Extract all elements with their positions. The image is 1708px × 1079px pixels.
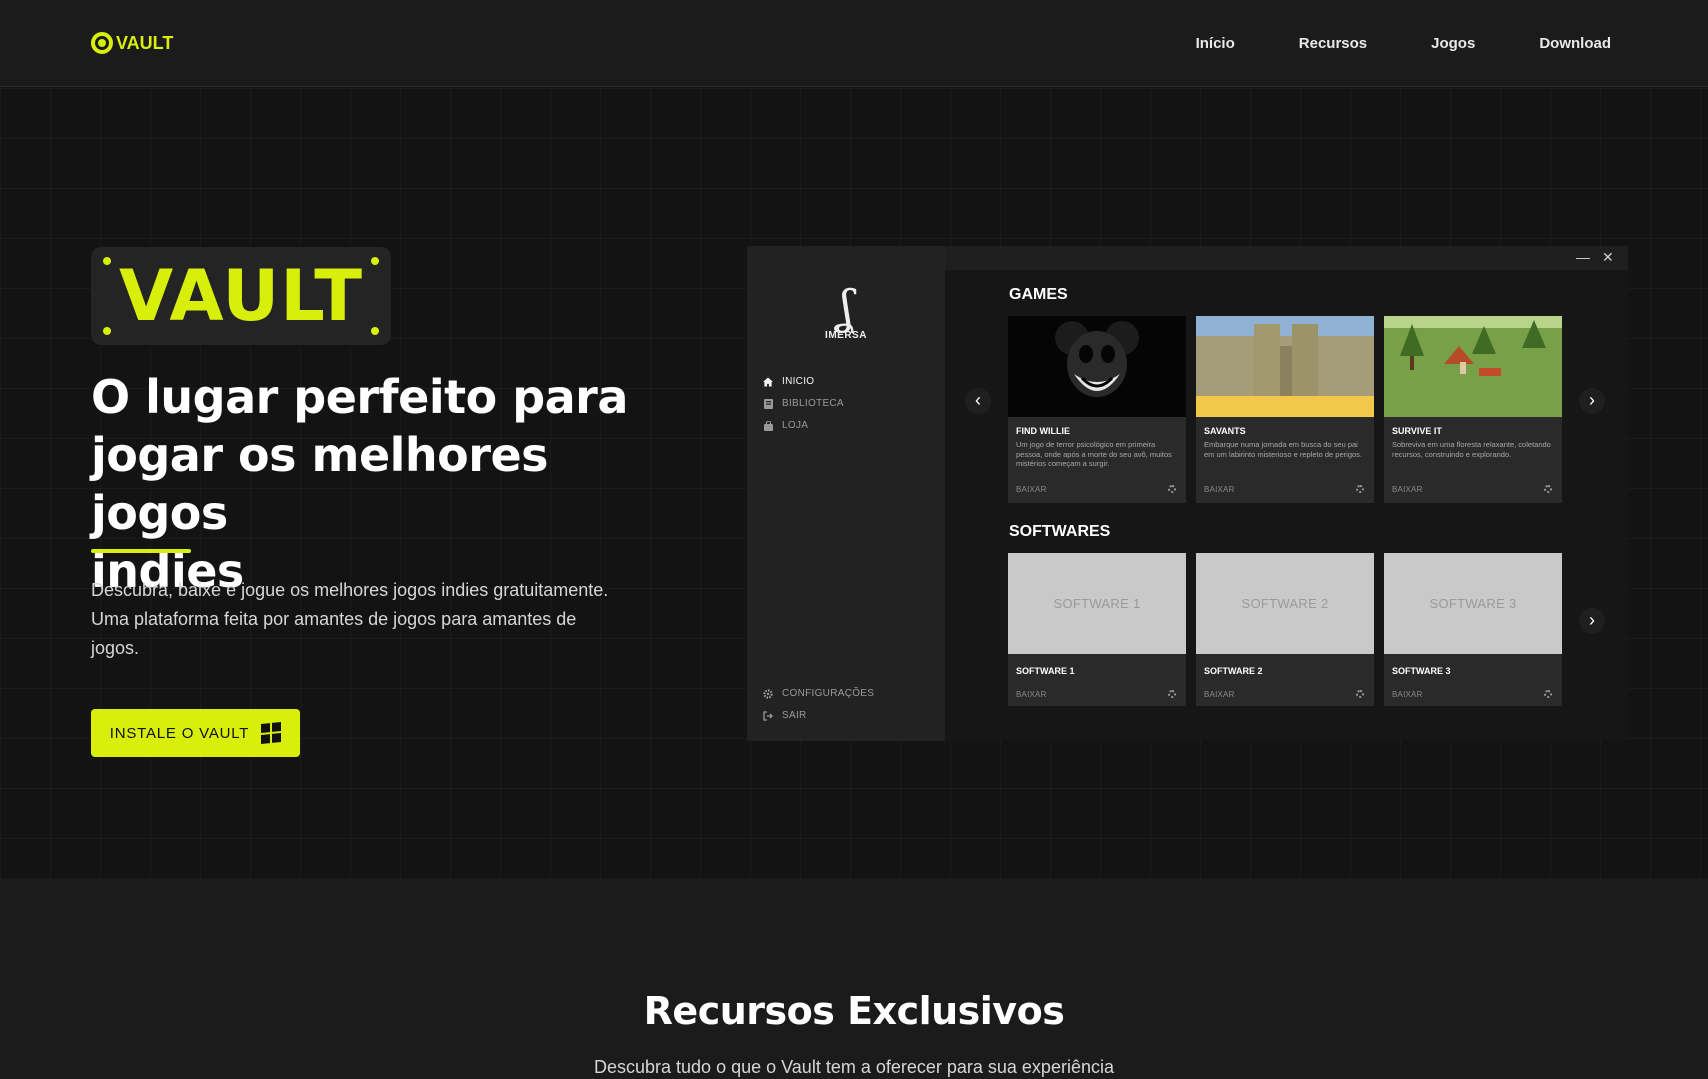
download-button[interactable]: BAIXAR [1016,485,1047,494]
find-willie-art [1055,321,1139,397]
library-icon [763,398,773,409]
vault-logo-text: VAULT [116,32,174,53]
title-underline [91,549,191,553]
hero-title-line: jogar os melhores jogos [91,428,549,540]
softwares-next-button[interactable]: › [1579,608,1605,634]
imersa-logo-text: IMERSA [825,330,867,341]
nav-link-inicio[interactable]: Início [1196,35,1235,52]
hero-title: O lugar perfeito para jogar os melhores … [91,368,691,600]
hero-description-line: Descubra, baixe e jogue os melhores jogo… [91,580,609,600]
logo-dot [371,327,379,335]
install-vault-label: INSTALE O VAULT [109,724,250,742]
game-thumbnail [1384,316,1562,417]
game-title: SAVANTS [1204,426,1246,436]
games-prev-button[interactable]: ‹ [965,388,991,414]
sidebar-item-configuracoes[interactable]: CONFIGURAÇÕES [763,688,874,699]
logo-dot [103,257,111,265]
bag-icon [763,420,773,431]
savants-art [1196,316,1374,417]
hero-vault-logo: VAULT [91,247,391,345]
sidebar-item-label: CONFIGURAÇÕES [782,688,875,699]
sidebar-item-label: BIBLIOTECA [782,398,844,409]
sidebar-item-label: LOJA [782,420,809,431]
games-section-title: GAMES [1009,286,1068,303]
hero-logo-text: VAULT [118,255,364,337]
sidebar-item-label: SAIR [782,710,807,721]
game-card-survive-it[interactable]: SURVIVE IT Sobreviva em uma floresta rel… [1384,316,1562,503]
software-card[interactable]: SOFTWARE 2 SOFTWARE 2 BAIXAR [1196,553,1374,706]
hero-description: Descubra, baixe e jogue os melhores jogo… [91,576,651,663]
app-sidebar: ʆ IMERSA INICIO BIBLIOTECA LOJA CONFIGUR… [747,246,945,741]
features-subtitle: Descubra tudo o que o Vault tem a oferec… [594,1057,1114,1077]
game-thumbnail [1196,316,1374,417]
sidebar-item-loja[interactable]: LOJA [763,420,808,431]
sidebar-item-inicio[interactable]: INICIO [763,376,814,387]
download-button[interactable]: BAIXAR [1392,485,1423,494]
nav-link-jogos[interactable]: Jogos [1431,35,1475,52]
minimize-icon[interactable]: — [1576,249,1590,265]
home-icon [763,376,773,387]
download-button[interactable]: BAIXAR [1392,690,1423,699]
software-thumbnail: SOFTWARE 1 [1008,553,1186,654]
gear-icon[interactable] [1168,690,1176,698]
gear-icon[interactable] [1168,485,1176,493]
game-description: Embarque numa jornada em busca do seu pa… [1204,440,1362,459]
sidebar-item-biblioteca[interactable]: BIBLIOTECA [763,398,844,409]
softwares-section-title: SOFTWARES [1009,523,1111,540]
imersa-logo-icon: ʆ [838,280,854,334]
logo-dot [371,257,379,265]
nav-links: Início Recursos Jogos Download [1196,0,1611,87]
survive-it-art [1384,316,1562,417]
software-title: SOFTWARE 3 [1392,666,1451,676]
nav-link-recursos[interactable]: Recursos [1299,35,1367,52]
vault-logo[interactable]: VAULT [91,31,173,55]
game-description: Um jogo de terror psicológico em primeir… [1016,440,1172,468]
gear-icon[interactable] [1356,485,1364,493]
hero-title-line: O lugar perfeito para [91,370,628,424]
game-description: Sobreviva em uma floresta relaxante, col… [1392,440,1551,459]
download-button[interactable]: BAIXAR [1204,690,1235,699]
windows-icon [261,721,282,745]
software-card[interactable]: SOFTWARE 1 SOFTWARE 1 BAIXAR [1008,553,1186,706]
gear-icon[interactable] [1544,690,1552,698]
sidebar-item-sair[interactable]: SAIR [763,710,807,721]
download-button[interactable]: BAIXAR [1204,485,1235,494]
chevron-right-icon: › [1589,390,1595,410]
software-thumbnail: SOFTWARE 2 [1196,553,1374,654]
game-title: FIND WILLIE [1016,426,1070,436]
vault-logo-icon [91,32,113,54]
game-thumbnail [1008,316,1186,417]
logout-icon [763,710,773,721]
game-title: SURVIVE IT [1392,426,1442,436]
features-title: Recursos Exclusivos [643,989,1065,1033]
game-card-savants[interactable]: SAVANTS Embarque numa jornada em busca d… [1196,316,1374,503]
software-thumbnail: SOFTWARE 3 [1384,553,1562,654]
gear-icon[interactable] [1544,485,1552,493]
features-section: Recursos Exclusivos Descubra tudo o que … [0,878,1708,1079]
imersa-logo: ʆ IMERSA [747,284,945,341]
close-icon[interactable]: ✕ [1602,249,1614,265]
software-title: SOFTWARE 1 [1016,666,1075,676]
install-vault-button[interactable]: INSTALE O VAULT [91,709,300,757]
hero-section: VAULT O lugar perfeito para jogar os mel… [0,88,1708,878]
nav-link-download[interactable]: Download [1539,35,1611,52]
logo-dot [103,327,111,335]
top-navbar: VAULT Início Recursos Jogos Download [0,0,1708,87]
software-card[interactable]: SOFTWARE 3 SOFTWARE 3 BAIXAR [1384,553,1562,706]
hero-description-line: jogos. [91,638,140,658]
gear-icon[interactable] [1356,690,1364,698]
game-card-find-willie[interactable]: FIND WILLIE Um jogo de terror psicológic… [1008,316,1186,503]
gear-icon [763,688,773,699]
games-next-button[interactable]: › [1579,388,1605,414]
chevron-left-icon: ‹ [975,390,981,410]
hero-description-line: Uma plataforma feita por amantes de jogo… [91,609,577,629]
software-title: SOFTWARE 2 [1204,666,1263,676]
app-preview-window: — ✕ ʆ IMERSA INICIO BIBLIOTECA LOJA CONF… [747,246,1628,741]
chevron-right-icon: › [1589,610,1595,630]
sidebar-item-label: INICIO [782,376,815,387]
download-button[interactable]: BAIXAR [1016,690,1047,699]
